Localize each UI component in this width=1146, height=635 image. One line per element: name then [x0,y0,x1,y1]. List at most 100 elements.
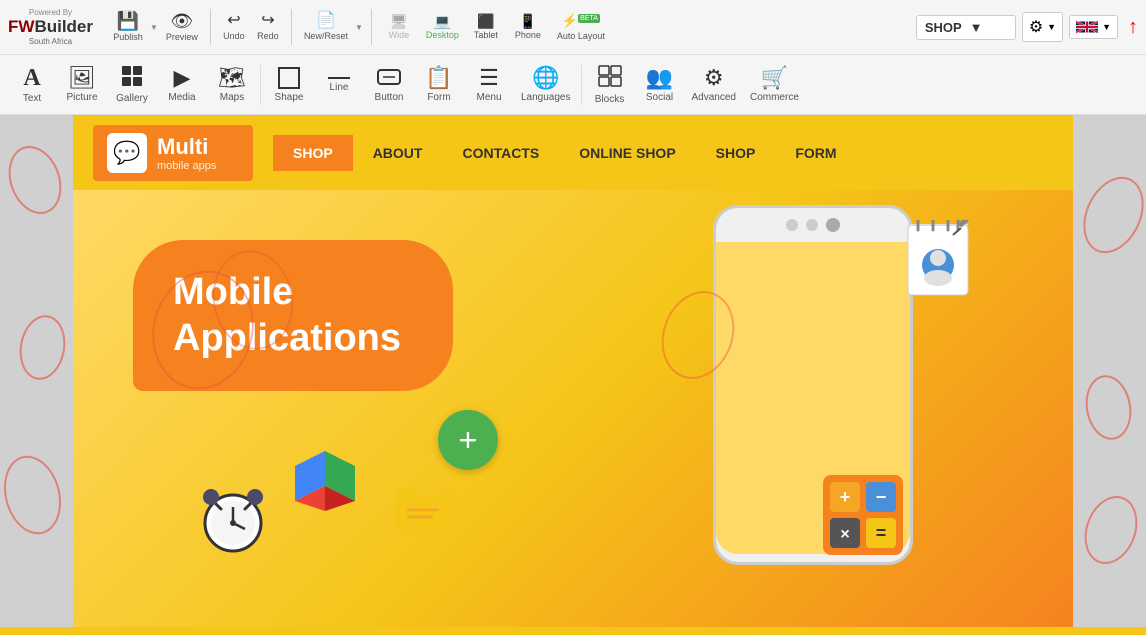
second-toolbar: A Text 🖼 Picture Gallery ▶ Media 🗺 Maps … [0,55,1146,115]
deco-oval-right-mid [1081,372,1137,444]
nav-about[interactable]: ABOUT [353,135,443,171]
advanced-icon: ⚙ [704,67,724,89]
topbar-right: SHOP ▼ ⚙ ▼ ▼ ↑ [916,12,1138,42]
plus-icon: + [459,424,478,456]
phone-dot2 [806,219,818,231]
button-tool[interactable]: Button [365,58,413,112]
shape-tool[interactable]: Shape [265,58,313,112]
sep3 [371,9,372,45]
languages-tool[interactable]: 🌐 Languages [515,58,577,112]
publish-button[interactable]: 💾 Publish [109,5,147,49]
add-button[interactable]: + [438,410,498,470]
publish-arrow[interactable]: ▼ [150,23,158,32]
languages-icon: 🌐 [532,67,559,89]
uk-flag-icon [1076,20,1098,34]
form-icon: 📋 [425,67,452,89]
svg-text:=: = [876,523,887,543]
sep1 [210,9,211,45]
map-icon-deco [293,446,358,525]
wide-button[interactable]: 🖥 Wide [380,5,418,49]
desktop-icon: 💻 [434,14,451,28]
redo-button[interactable]: ↪ Redo [253,5,283,49]
svg-text:×: × [840,526,849,543]
top-toolbar: Powered By FWBuilder South Africa 💾 Publ… [0,0,1146,55]
line-label: Line [330,82,349,93]
nav-online-shop[interactable]: ONLINE SHOP [559,135,695,171]
phone-top-bar [716,208,910,242]
settings-button[interactable]: ⚙ ▼ [1022,12,1063,42]
form-tool[interactable]: 📋 Form [415,58,463,112]
logo-main-text: FWBuilder [8,17,93,37]
maps-tool[interactable]: 🗺 Maps [208,58,256,112]
preview-button[interactable]: 👁 Preview [162,5,202,49]
auto-layout-icon: ⚡BETA [562,13,600,29]
text-icon: A [23,66,40,90]
new-reset-button[interactable]: 📄 New/Reset [300,5,352,49]
site-header: 💬 Multi mobile apps SHOP ABOUT CONTACTS … [73,115,1073,190]
site-hero: Mobile Applications [73,190,1073,635]
menu-tool[interactable]: ☰ Menu [465,58,513,112]
gallery-tool[interactable]: Gallery [108,58,156,112]
blocks-label: Blocks [595,94,624,105]
new-reset-icon: 📄 [316,13,336,29]
logo-sub-text: South Africa [29,37,72,46]
shop-dropdown-arrow: ▼ [970,20,983,35]
picture-tool[interactable]: 🖼 Picture [58,58,106,112]
deco-oval-right-top [1072,167,1146,263]
website-preview: 💬 Multi mobile apps SHOP ABOUT CONTACTS … [73,115,1073,635]
phone-icon: 📱 [519,14,536,28]
nav-contacts[interactable]: CONTACTS [442,135,559,171]
language-arrow: ▼ [1102,22,1111,32]
svg-text:−: − [876,487,887,507]
advanced-tool[interactable]: ⚙ Advanced [686,58,742,112]
shop-dropdown-label: SHOP [925,20,962,35]
commerce-label: Commerce [750,92,799,103]
auto-layout-label: Auto Layout [557,31,605,41]
alarm-clock-deco [193,479,273,575]
nav-shop[interactable]: SHOP [273,135,353,171]
logo-powered-text: Powered By [29,8,72,17]
auto-layout-button[interactable]: ⚡BETA Auto Layout [551,5,611,49]
gallery-label: Gallery [116,93,148,104]
advanced-label: Advanced [692,92,736,103]
languages-label: Languages [521,92,571,103]
language-button[interactable]: ▼ [1069,15,1118,39]
nav-shop2[interactable]: SHOP [696,135,776,171]
site-nav: SHOP ABOUT CONTACTS ONLINE SHOP SHOP FOR… [273,135,1053,171]
text-tool[interactable]: A Text [8,58,56,112]
shop-dropdown[interactable]: SHOP ▼ [916,15,1016,40]
nav-form[interactable]: FORM [775,135,856,171]
media-tool[interactable]: ▶ Media [158,58,206,112]
maps-label: Maps [220,92,244,103]
publish-group: 💾 Publish ▼ [109,5,158,49]
phone-dot3 [826,218,840,232]
preview-label: Preview [166,32,198,42]
phone-button[interactable]: 📱 Phone [509,5,547,49]
maps-icon: 🗺 [218,67,246,89]
tool-sep1 [260,65,261,105]
publish-label: Publish [113,32,143,42]
new-reset-arrow[interactable]: ▼ [355,23,363,32]
button-label: Button [375,92,404,103]
scroll-up-arrow: ↑ [1128,16,1138,39]
tablet-button[interactable]: ⬛ Tablet [467,5,505,49]
redo-icon: ↪ [261,13,274,29]
social-tool[interactable]: 👥 Social [636,58,684,112]
tool-sep2 [581,65,582,105]
media-label: Media [168,92,195,103]
button-icon [377,67,401,89]
gear-arrow: ▼ [1047,22,1056,32]
site-logo-icon: 💬 [107,133,147,173]
blocks-tool[interactable]: Blocks [586,58,634,112]
wide-label: Wide [389,30,410,40]
app-logo: Powered By FWBuilder South Africa [8,8,93,46]
social-icon: 👥 [646,67,673,89]
desktop-label: Desktop [426,30,459,40]
bottom-bar [0,627,1146,635]
undo-button[interactable]: ↩ Undo [219,5,249,49]
line-tool[interactable]: Line [315,58,363,112]
desktop-button[interactable]: 💻 Desktop [422,5,463,49]
commerce-tool[interactable]: 🛒 Commerce [744,58,805,112]
shape-label: Shape [275,92,304,103]
deco-oval-left-bot [0,449,69,541]
